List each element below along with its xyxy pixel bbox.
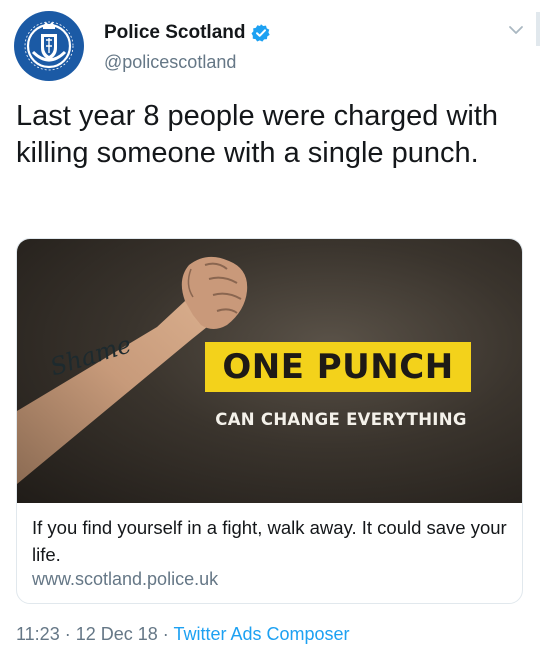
tweet-menu-caret[interactable]: [506, 20, 526, 40]
scrollbar[interactable]: [536, 12, 540, 46]
chevron-down-icon: [509, 26, 523, 34]
card-body[interactable]: If you find yourself in a fight, walk aw…: [17, 503, 522, 590]
tweet-source-link[interactable]: Twitter Ads Composer: [173, 624, 349, 644]
verified-badge-icon: [251, 24, 271, 42]
author-handle[interactable]: @policescotland: [104, 52, 236, 73]
link-card[interactable]: Shame ONE PUNCH CAN CHANGE EVERYTHING If…: [16, 238, 523, 604]
card-description: If you find yourself in a fight, walk aw…: [32, 517, 507, 565]
card-url[interactable]: www.scotland.police.uk: [32, 569, 507, 590]
tweet-time[interactable]: 11:23: [16, 624, 60, 644]
meta-separator: ·: [157, 624, 174, 644]
author-name-row[interactable]: Police Scotland: [104, 22, 271, 44]
tweet-text: Last year 8 people were charged with kil…: [16, 100, 499, 169]
image-subline: CAN CHANGE EVERYTHING: [215, 410, 467, 429]
tweet-meta: 11:23 · 12 Dec 18 · Twitter Ads Composer: [16, 624, 350, 645]
author-name[interactable]: Police Scotland: [104, 22, 245, 44]
police-crest-icon: [24, 21, 74, 71]
image-headline: ONE PUNCH: [205, 342, 471, 392]
card-image[interactable]: Shame ONE PUNCH CAN CHANGE EVERYTHING: [17, 239, 522, 503]
meta-separator: ·: [59, 624, 76, 644]
tweet-date[interactable]: 12 Dec 18: [76, 624, 158, 644]
profile-avatar[interactable]: [14, 11, 84, 81]
